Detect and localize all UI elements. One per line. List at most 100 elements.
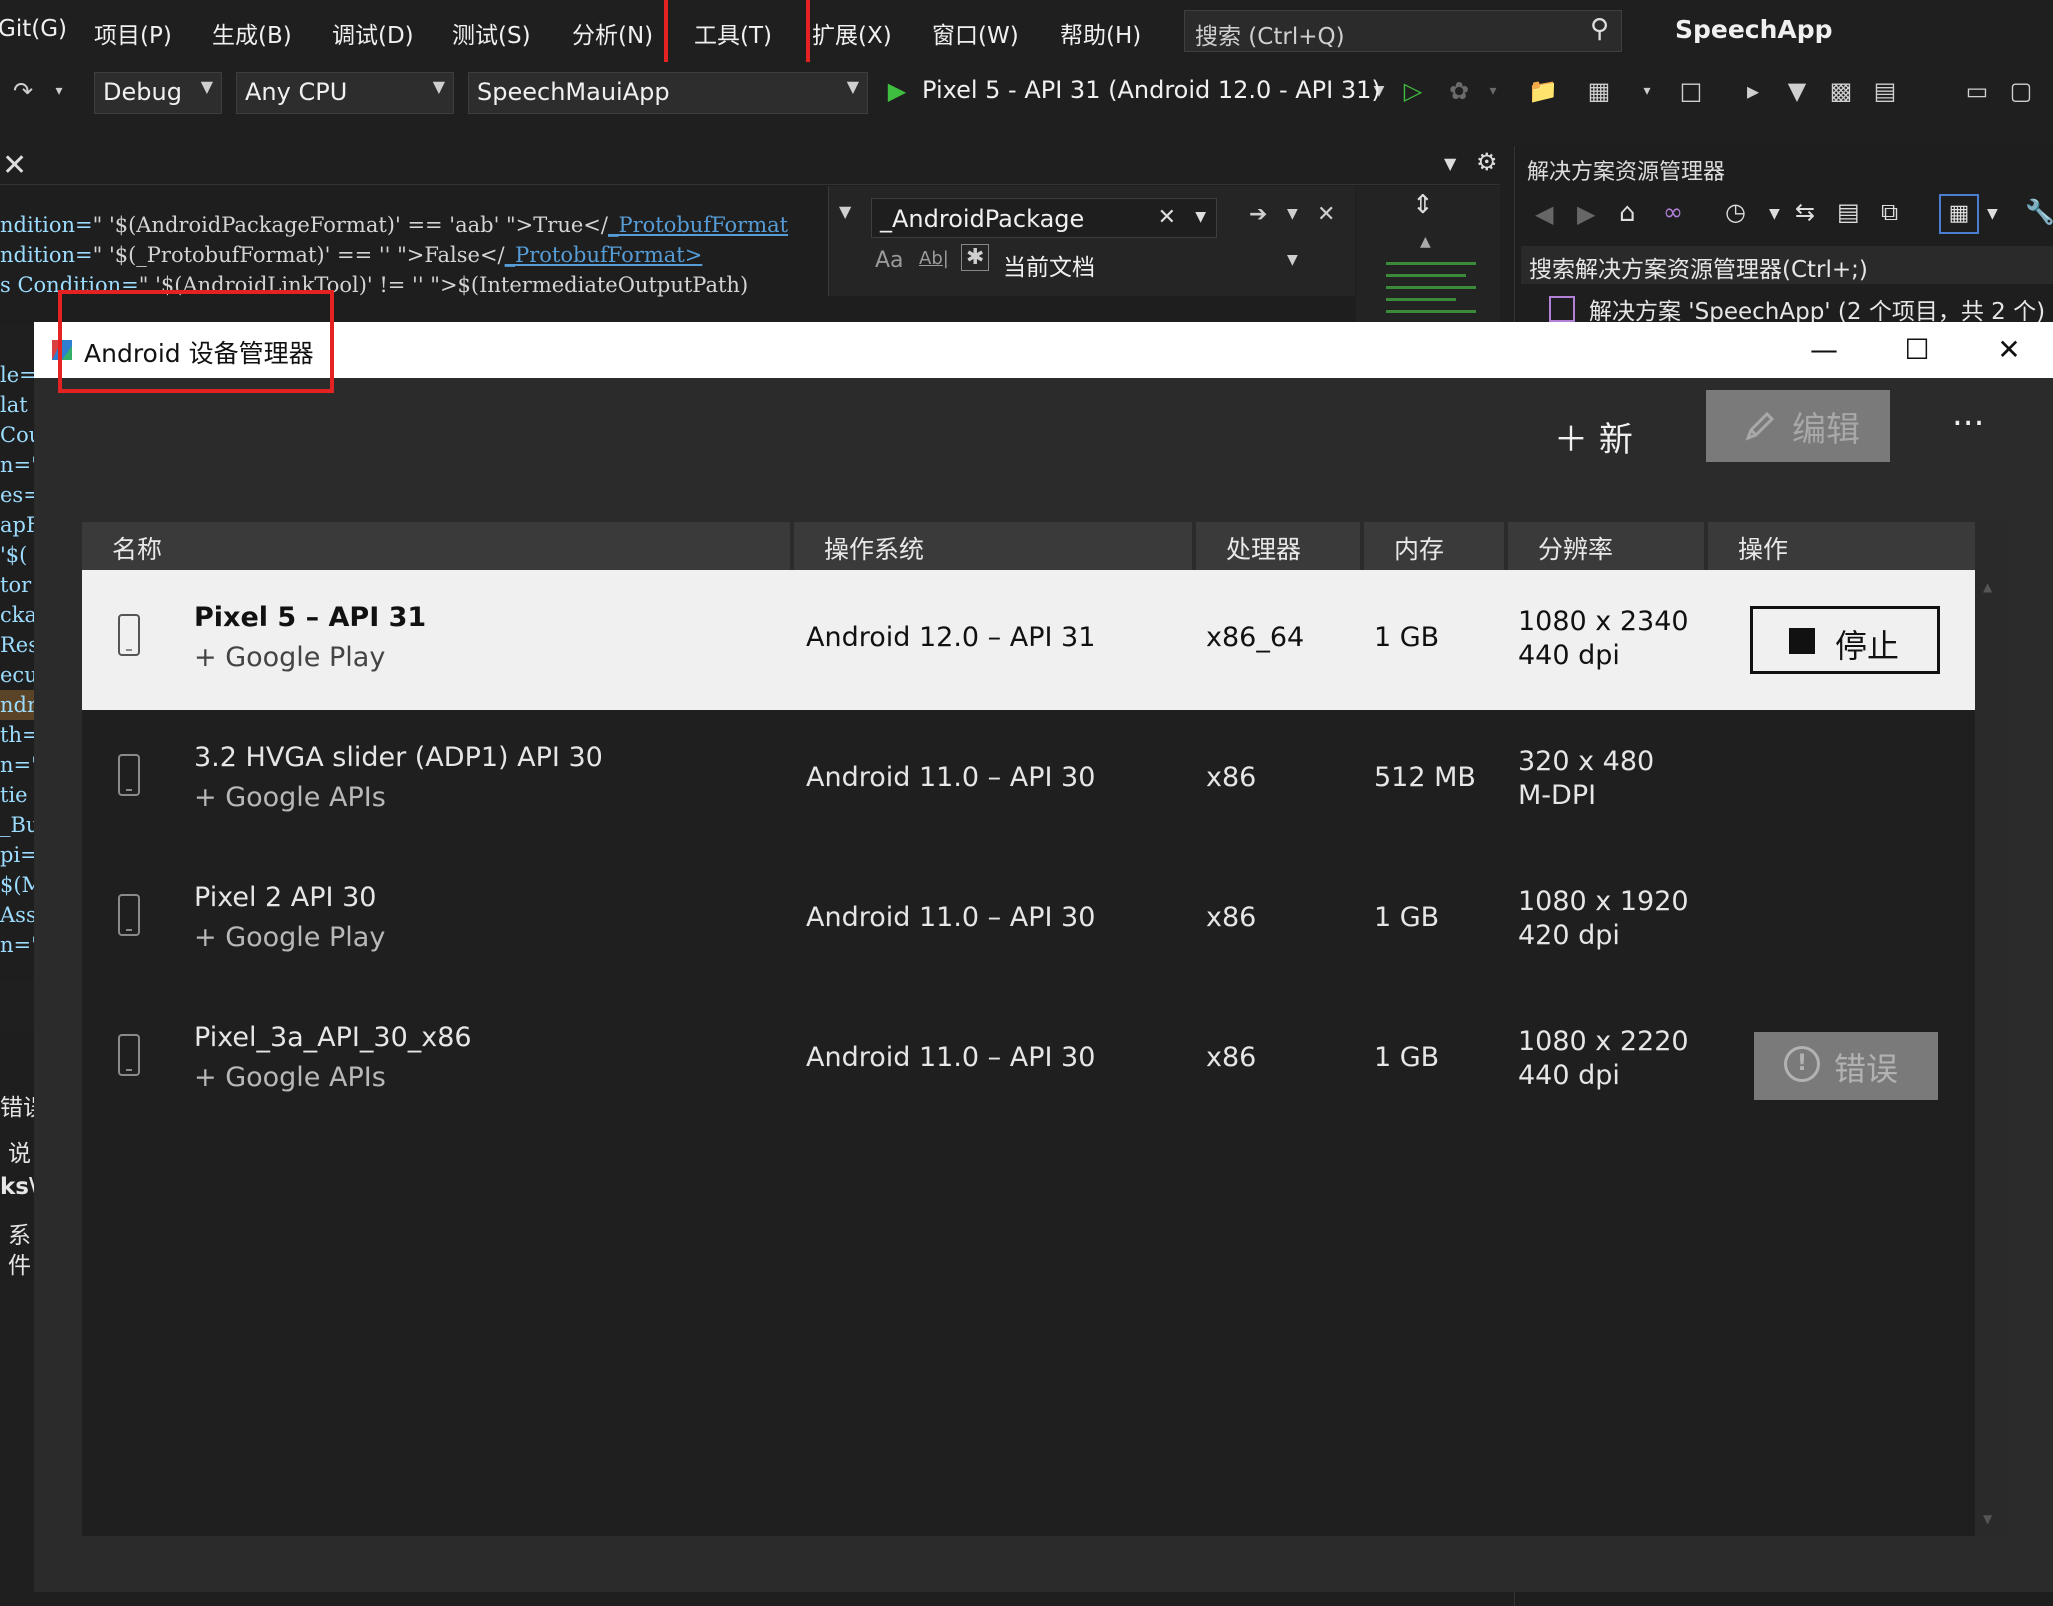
layout-icon[interactable]: ▤ bbox=[1870, 76, 1900, 106]
toolbar-dropdown-icon[interactable]: ▾ bbox=[1632, 76, 1662, 106]
menu-analyze[interactable]: 分析(N) bbox=[572, 16, 653, 50]
match-case-toggle[interactable]: Aa bbox=[875, 248, 904, 273]
monitor-icon[interactable]: ▭ bbox=[1962, 76, 1992, 106]
new-device-button[interactable]: ＋ 新 bbox=[1554, 412, 1633, 461]
home-icon[interactable]: ⌂ bbox=[1619, 198, 1636, 228]
android-device-manager-window: Android 设备管理器 — ☐ ✕ ＋ 新 编辑 ... 名称 操作系统 处… bbox=[34, 322, 2053, 1592]
menu-window[interactable]: 窗口(W) bbox=[932, 16, 1019, 50]
more-options-button[interactable]: ... bbox=[1952, 394, 1984, 434]
menu-test[interactable]: 测试(S) bbox=[452, 16, 531, 50]
column-header-action[interactable]: 操作 bbox=[1708, 522, 1975, 570]
vs-icon[interactable]: ∞ bbox=[1663, 198, 1683, 226]
menu-extensions[interactable]: 扩展(X) bbox=[812, 16, 892, 50]
minimize-icon[interactable]: — bbox=[1801, 328, 1847, 374]
view-dropdown-icon[interactable]: ▼ bbox=[1987, 206, 1998, 222]
device-manager-icon[interactable]: ▦ bbox=[1584, 76, 1614, 106]
terminal-icon[interactable]: ▩ bbox=[1826, 76, 1856, 106]
whole-word-toggle[interactable]: Ab| bbox=[919, 248, 949, 269]
redo-dropdown-icon[interactable]: ▾ bbox=[44, 76, 74, 106]
gear-icon[interactable]: ⚙ bbox=[1476, 148, 1498, 176]
startup-project-combo[interactable]: SpeechMauiApp ▼ bbox=[468, 72, 868, 114]
folder-icon[interactable]: 📁 bbox=[1528, 76, 1558, 106]
device-row[interactable]: Pixel 5 – API 31 + Google Play Android 1… bbox=[82, 570, 1975, 710]
device-row[interactable]: 3.2 HVGA slider (ADP1) API 30 + Google A… bbox=[82, 710, 1975, 850]
code-fragment: n=" bbox=[0, 453, 34, 477]
copy-icon[interactable]: ⧉ bbox=[1881, 198, 1898, 226]
wrench-icon[interactable]: 🔧 bbox=[2025, 198, 2053, 226]
history-dropdown-icon[interactable]: ▼ bbox=[1195, 209, 1206, 225]
start-without-debug-icon[interactable]: ▷ bbox=[1398, 76, 1428, 106]
download-icon[interactable]: ▼ bbox=[1782, 76, 1812, 106]
menu-help[interactable]: 帮助(H) bbox=[1060, 16, 1141, 50]
scroll-up-icon[interactable]: ▲ bbox=[1420, 234, 1431, 250]
find-next-icon[interactable]: ➔ bbox=[1249, 202, 1267, 227]
config-combo[interactable]: Debug ▼ bbox=[94, 72, 222, 114]
search-input[interactable]: 搜索 (Ctrl+Q) ⚲ bbox=[1184, 10, 1622, 52]
close-icon[interactable]: ✕ bbox=[2, 148, 27, 183]
find-next-dropdown-icon[interactable]: ▼ bbox=[1287, 206, 1298, 222]
column-header-memory[interactable]: 内存 bbox=[1364, 522, 1508, 570]
back-icon[interactable]: ◀ bbox=[1535, 200, 1553, 228]
adm-command-bar: ＋ 新 编辑 ... bbox=[34, 378, 2053, 494]
device-row[interactable]: Pixel 2 API 30 + Google Play Android 11.… bbox=[82, 850, 1975, 990]
chevron-down-icon[interactable]: ▼ bbox=[1444, 154, 1456, 173]
device-image: + Google Play bbox=[194, 922, 386, 953]
device-row[interactable]: Pixel_3a_API_30_x86 + Google APIs Androi… bbox=[82, 990, 1975, 1130]
scroll-down-icon[interactable]: ▼ bbox=[1983, 1512, 1992, 1526]
device-dpi: M-DPI bbox=[1518, 780, 1597, 811]
find-scope[interactable]: 当前文档 bbox=[1003, 248, 1095, 282]
device-error-button[interactable]: ! 错误 bbox=[1754, 1032, 1938, 1100]
collapse-icon[interactable]: ▤ bbox=[1837, 198, 1860, 226]
device-os: Android 12.0 – API 31 bbox=[806, 622, 1096, 653]
device-os: Android 11.0 – API 30 bbox=[806, 902, 1096, 933]
minimap[interactable]: ⇕ ▲ bbox=[1356, 186, 1500, 326]
run-target-label[interactable]: Pixel 5 - API 31 (Android 12.0 - API 31) bbox=[922, 76, 1381, 104]
menu-debug[interactable]: 调试(D) bbox=[332, 16, 414, 50]
solution-icon bbox=[1549, 296, 1575, 322]
solution-search-input[interactable]: 搜索解决方案资源管理器(Ctrl+;) bbox=[1521, 246, 2053, 284]
chevron-down-icon[interactable]: ▼ bbox=[839, 202, 851, 221]
error-list-tab[interactable]: 错误 bbox=[0, 1088, 34, 1122]
chevron-down-icon: ▼ bbox=[200, 77, 213, 96]
scroll-up-icon[interactable]: ▲ bbox=[1983, 580, 1992, 594]
adm-titlebar[interactable]: Android 设备管理器 — ☐ ✕ bbox=[34, 322, 2053, 378]
history-dropdown-icon[interactable]: ▼ bbox=[1769, 206, 1780, 222]
window-icon[interactable]: ▢ bbox=[2006, 76, 2036, 106]
column-header-os[interactable]: 操作系统 bbox=[794, 522, 1196, 570]
stop-device-button[interactable]: 停止 bbox=[1750, 606, 1940, 674]
solution-tree-root[interactable]: 解决方案 'SpeechApp' (2 个项目，共 2 个) bbox=[1589, 292, 2045, 326]
column-header-name[interactable]: 名称 bbox=[82, 522, 794, 570]
scope-dropdown-icon[interactable]: ▼ bbox=[1287, 252, 1298, 268]
close-icon[interactable]: ✕ bbox=[1986, 328, 2032, 374]
find-input[interactable]: _AndroidPackage ✕ ▼ bbox=[871, 198, 1217, 238]
start-debug-icon[interactable]: ▶ bbox=[882, 76, 912, 106]
menu-git[interactable]: Git(G) bbox=[0, 16, 67, 42]
grid-scrollbar[interactable]: ▲ ▼ bbox=[1975, 522, 2006, 1536]
platform-combo[interactable]: Any CPU ▼ bbox=[236, 72, 454, 114]
menu-build[interactable]: 生成(B) bbox=[212, 16, 292, 50]
menu-project[interactable]: 项目(P) bbox=[94, 16, 172, 50]
code-fragment: ecu bbox=[0, 663, 34, 687]
column-header-resolution[interactable]: 分辨率 bbox=[1508, 522, 1708, 570]
forward-icon[interactable]: ▶ bbox=[1577, 200, 1595, 228]
redo-icon[interactable]: ↷ bbox=[8, 76, 38, 106]
sync-icon[interactable]: ⇆ bbox=[1795, 198, 1815, 226]
column-header-label: 处理器 bbox=[1226, 535, 1302, 564]
history-icon[interactable]: ◷ bbox=[1725, 198, 1746, 226]
hot-reload-dropdown-icon[interactable]: ▾ bbox=[1478, 76, 1508, 106]
code-attr: ndition= bbox=[0, 213, 93, 237]
clear-icon[interactable]: ✕ bbox=[1158, 205, 1176, 230]
column-header-cpu[interactable]: 处理器 bbox=[1196, 522, 1364, 570]
hot-reload-icon[interactable]: ✿ bbox=[1444, 76, 1474, 106]
device-dpi: 440 dpi bbox=[1518, 1060, 1620, 1091]
edit-device-button[interactable]: 编辑 bbox=[1706, 390, 1890, 462]
regex-icon[interactable]: ✱ bbox=[961, 244, 990, 271]
close-find-icon[interactable]: ✕ bbox=[1317, 202, 1335, 227]
next-page-icon[interactable]: ▸ bbox=[1738, 76, 1768, 106]
page-icon[interactable]: □ bbox=[1676, 76, 1706, 106]
edit-device-label: 编辑 bbox=[1792, 410, 1860, 450]
menu-bar: Git(G) 项目(P) 生成(B) 调试(D) 测试(S) 分析(N) 工具(… bbox=[0, 0, 2053, 62]
split-icon[interactable]: ⇕ bbox=[1412, 190, 1434, 220]
maximize-icon[interactable]: ☐ bbox=[1894, 328, 1940, 374]
show-all-files-icon[interactable]: ▦ bbox=[1939, 194, 1979, 234]
